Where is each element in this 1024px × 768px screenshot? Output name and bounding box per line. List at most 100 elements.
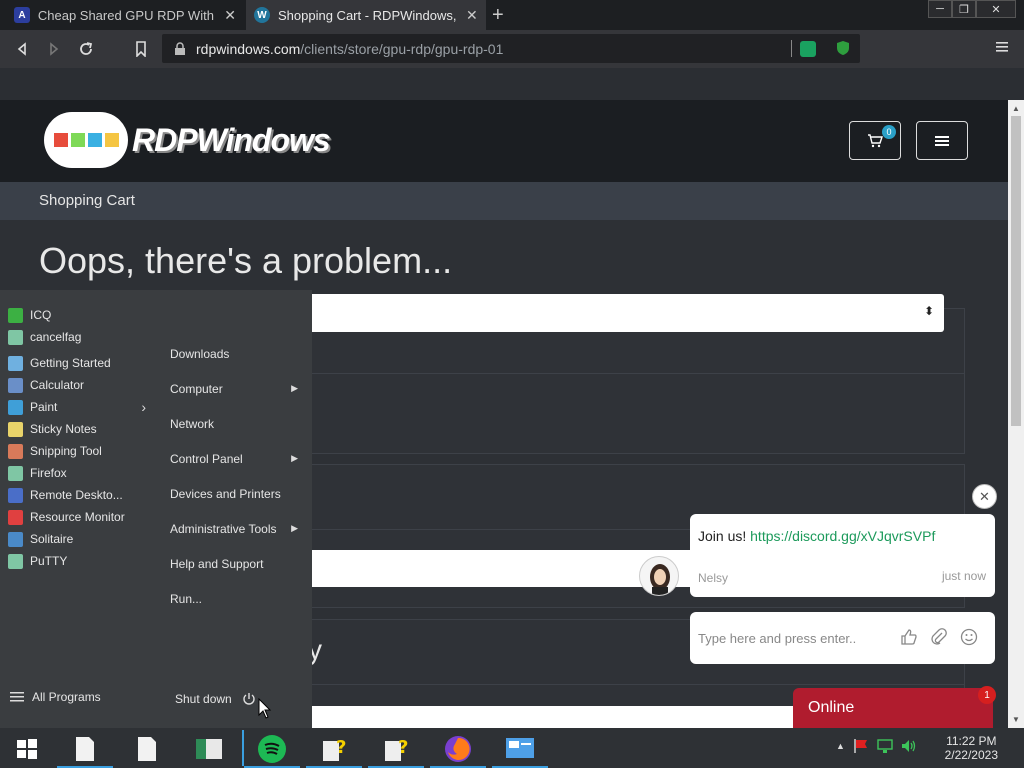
- back-button[interactable]: [12, 39, 32, 59]
- tab-gpu-rdp[interactable]: A Cheap Shared GPU RDP With NVIDIA ✕: [6, 0, 244, 30]
- start-menu-place[interactable]: Downloads: [162, 336, 312, 371]
- spotify-icon: [258, 735, 286, 763]
- start-menu-item[interactable]: Resource Monitor: [0, 506, 160, 528]
- start-menu-item[interactable]: Sticky Notes: [0, 418, 160, 440]
- resource-monitor-icon: [8, 509, 23, 525]
- minimize-button[interactable]: ─: [928, 0, 952, 18]
- attachment-icon[interactable]: [930, 628, 948, 646]
- start-menu-item-label: Firefox: [30, 466, 67, 480]
- window-icon: [196, 739, 222, 759]
- start-menu-item[interactable]: Firefox: [0, 462, 160, 484]
- online-label: Online: [808, 699, 855, 716]
- taskbar-firefox[interactable]: [430, 730, 486, 768]
- chat-close-button[interactable]: ✕: [972, 484, 997, 509]
- page-scrollbar[interactable]: ▲ ▼: [1008, 100, 1024, 728]
- start-menu-place[interactable]: Administrative Tools ▶: [162, 511, 312, 546]
- scroll-up-icon[interactable]: ▲: [1012, 104, 1020, 113]
- start-menu-place[interactable]: Control Panel ▶: [162, 441, 312, 476]
- start-menu-item[interactable]: Calculator: [0, 374, 160, 396]
- chat-extension-icon[interactable]: [800, 41, 816, 57]
- bookmark-icon: [136, 41, 146, 57]
- flag-icon[interactable]: [853, 738, 869, 754]
- start-menu-item-label: PuTTY: [30, 554, 68, 568]
- browser-toolbar: rdpwindows.com/clients/store/gpu-rdp/gpu…: [0, 30, 1024, 68]
- shield-icon[interactable]: [836, 40, 850, 59]
- start-menu-item[interactable]: cancelfag: [0, 326, 160, 348]
- cart-button[interactable]: 0: [849, 121, 901, 160]
- forward-icon: [50, 42, 59, 56]
- start-menu-item-label: Sticky Notes: [30, 422, 97, 436]
- start-menu-place-label: Computer: [170, 381, 223, 396]
- thumbs-up-icon[interactable]: [900, 628, 918, 646]
- start-menu-item[interactable]: Paint ›: [0, 396, 160, 418]
- solitaire-icon: [8, 531, 23, 547]
- start-menu-place[interactable]: Network: [162, 406, 312, 441]
- chat-message-link[interactable]: https://discord.gg/xVJqvrSVPf: [750, 528, 935, 544]
- taskbar-document-1[interactable]: [57, 730, 113, 768]
- close-icon[interactable]: ✕: [466, 7, 478, 24]
- window-controls: ─ ❐ ✕: [928, 0, 1016, 18]
- maximize-button[interactable]: ❐: [952, 0, 976, 18]
- site-logo[interactable]: RDPWindows: [44, 112, 331, 168]
- scroll-thumb[interactable]: [1011, 116, 1021, 426]
- taskbar-help-1[interactable]: ?: [306, 730, 362, 768]
- start-menu-item[interactable]: Solitaire: [0, 528, 160, 550]
- start-menu-item[interactable]: ICQ: [0, 304, 160, 326]
- bookmark-button[interactable]: [131, 39, 151, 59]
- start-menu-place[interactable]: Run...: [162, 581, 312, 616]
- start-menu-place[interactable]: Devices and Printers: [162, 476, 312, 511]
- start-menu-item[interactable]: PuTTY: [0, 550, 160, 572]
- start-menu-item[interactable]: Getting Started: [0, 352, 160, 374]
- paint-icon: [8, 399, 23, 415]
- chevron-right-icon: ›: [141, 399, 146, 415]
- start-menu-item[interactable]: Snipping Tool: [0, 440, 160, 462]
- start-menu-item-label: Remote Deskto...: [30, 488, 123, 502]
- menu-button[interactable]: [996, 40, 1008, 54]
- new-tab-button[interactable]: +: [492, 4, 504, 27]
- chat-message-text: Join us!: [698, 528, 751, 544]
- getting-started-icon: [8, 355, 23, 371]
- wordpress-icon: W: [254, 7, 270, 23]
- sticky-notes-icon: [8, 421, 23, 437]
- tray-expand-icon[interactable]: ▲: [836, 741, 845, 751]
- start-menu-item[interactable]: Remote Deskto...: [0, 484, 160, 506]
- start-menu-place[interactable]: Help and Support: [162, 546, 312, 581]
- start-menu-place-label: Help and Support: [170, 556, 264, 571]
- scroll-down-icon[interactable]: ▼: [1012, 715, 1020, 724]
- calculator-icon: [8, 377, 23, 393]
- site-menu-button[interactable]: [916, 121, 968, 160]
- tab-shopping-cart[interactable]: W Shopping Cart - RDPWindows, LLC ✕: [246, 0, 486, 30]
- start-menu-place[interactable]: Computer ▶: [162, 371, 312, 406]
- bookmarks-strip: [0, 68, 1024, 100]
- start-button[interactable]: [0, 730, 54, 768]
- url-path: /clients/store/gpu-rdp/gpu-rdp-01: [300, 40, 504, 57]
- address-bar[interactable]: rdpwindows.com/clients/store/gpu-rdp/gpu…: [162, 34, 860, 63]
- shutdown-button[interactable]: Shut down: [175, 692, 256, 706]
- forward-button[interactable]: [44, 39, 64, 59]
- close-icon[interactable]: ✕: [224, 7, 236, 24]
- taskbar-clock[interactable]: 11:22 PM 2/22/2023: [945, 734, 998, 762]
- taskbar-spotify[interactable]: [244, 730, 300, 768]
- taskbar-remote-desktop[interactable]: [492, 730, 548, 768]
- taskbar-window-app[interactable]: [181, 730, 237, 768]
- taskbar-document-2[interactable]: [119, 730, 175, 768]
- text-field[interactable]: [300, 706, 800, 728]
- window-close-button[interactable]: ✕: [976, 0, 1016, 18]
- product-select[interactable]: ⬍: [300, 294, 944, 332]
- emoji-icon[interactable]: [960, 628, 978, 646]
- reload-button[interactable]: [76, 39, 96, 59]
- window-icon: [8, 553, 23, 569]
- page-title: Oops, there's a problem...: [39, 240, 453, 281]
- start-menu-place-label: Devices and Printers: [170, 486, 281, 501]
- breadcrumb: Shopping Cart: [0, 182, 1008, 220]
- taskbar-help-2[interactable]: ?: [368, 730, 424, 768]
- all-programs-button[interactable]: All Programs: [10, 690, 101, 704]
- logo-cloud-icon: [44, 112, 128, 168]
- volume-icon[interactable]: [901, 738, 917, 754]
- all-programs-label: All Programs: [32, 690, 101, 704]
- logo-text: RDPWindows: [132, 121, 331, 158]
- chevron-right-icon: ▶: [291, 383, 298, 393]
- chat-online-bar[interactable]: Online: [793, 688, 993, 728]
- network-icon[interactable]: [877, 738, 893, 754]
- document-icon: [138, 737, 156, 761]
